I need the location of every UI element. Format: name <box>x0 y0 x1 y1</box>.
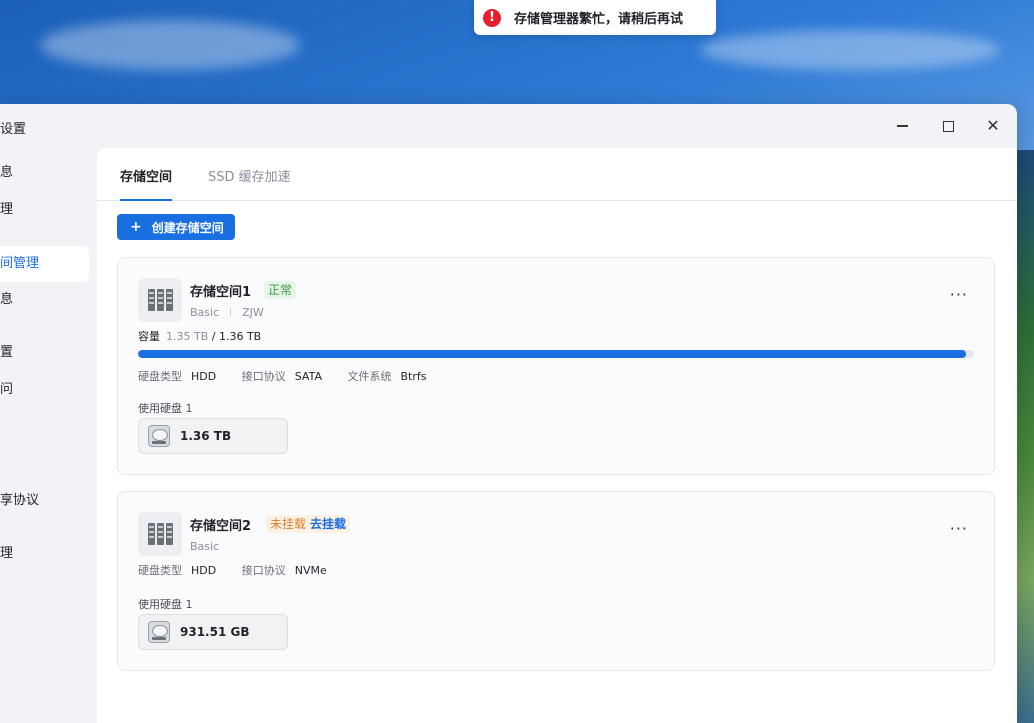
storage-pool-card: 存储空间2 未挂载 去挂载 Basic ··· 硬盘类型 HDD 接口协议 NVMe … <box>117 491 995 671</box>
interface-value: SATA <box>294 370 322 383</box>
main-panel: 存储空间 SSD 缓存加速 + 创建存储空间 存储空间1 正常 Basic ZJW… <box>97 148 1017 723</box>
filesystem-value: Btrfs <box>400 370 427 383</box>
storage-pool-card: 存储空间1 正常 Basic ZJW ··· 容量 1.35 TB / 1.36 T… <box>117 257 995 475</box>
pool-name: 存储空间2 <box>190 519 252 534</box>
sidebar-item-1[interactable]: 息 <box>0 155 89 191</box>
tab-storage-space[interactable]: 存储空间 <box>120 166 173 201</box>
capacity-text: 容量 1.35 TB / 1.36 TB <box>138 328 261 344</box>
sidebar-item-storage-manager[interactable]: 间管理 <box>0 246 89 282</box>
plus-icon: + <box>130 219 142 235</box>
create-storage-button[interactable]: + 创建存储空间 <box>117 214 235 240</box>
pool-subtitle: Basic <box>190 540 219 553</box>
sidebar-item-6[interactable]: 问 <box>0 372 89 408</box>
maximize-icon <box>942 120 954 132</box>
wallpaper-cloud <box>40 20 300 70</box>
status-badge: 正常 <box>264 281 297 299</box>
storage-pool-icon <box>138 278 182 322</box>
error-icon: ! <box>483 8 501 27</box>
wallpaper-landscape <box>1014 150 1034 723</box>
hdd-icon <box>148 425 170 447</box>
disk-type-label: 硬盘类型 <box>138 564 182 577</box>
more-options-icon[interactable]: ··· <box>950 521 968 537</box>
maximize-button[interactable] <box>935 114 961 138</box>
disk-type-value: HDD <box>191 370 217 383</box>
filesystem-label: 文件系统 <box>347 370 392 383</box>
disk-count: 使用硬盘 1 <box>138 402 193 415</box>
status-text: 未挂载 <box>270 517 307 531</box>
disk-type-value: HDD <box>191 564 217 577</box>
close-button[interactable]: ✕ <box>980 114 1006 138</box>
toast-message: 存储管理器繁忙，请稍后再试 <box>514 12 684 27</box>
disk-count: 使用硬盘 1 <box>138 598 193 611</box>
minimize-button[interactable] <box>889 114 915 138</box>
minimize-icon <box>896 125 908 127</box>
raid-type: Basic <box>190 540 220 553</box>
close-icon: ✕ <box>986 116 1000 135</box>
raid-type: Basic <box>190 306 220 319</box>
settings-window: 设置 ✕ 息 理 间管理 息 置 问 享协议 理 存储空间 SSD 缓存加速 +… <box>0 104 1017 723</box>
disk-type-label: 硬盘类型 <box>138 370 182 383</box>
title-bar: 设置 ✕ <box>0 104 1017 148</box>
capacity-progress-fill <box>138 350 966 358</box>
capacity-total: / 1.36 TB <box>211 330 262 343</box>
pool-info-row: 硬盘类型 HDD 接口协议 SATA 文件系统 Btrfs <box>138 368 448 384</box>
tab-bar: 存储空间 SSD 缓存加速 <box>97 148 1017 201</box>
pool-name: 存储空间1 <box>190 285 252 300</box>
pool-subtitle: Basic ZJW <box>190 306 264 319</box>
wallpaper-cloud <box>700 30 1000 70</box>
hdd-icon <box>148 621 170 643</box>
sidebar-item-share-protocol[interactable]: 享协议 <box>0 483 89 519</box>
pool-owner: ZJW <box>242 306 264 319</box>
pool-info-row: 硬盘类型 HDD 接口协议 NVMe <box>138 562 349 578</box>
storage-pool-icon <box>138 512 182 556</box>
disk-size: 1.36 TB <box>180 429 232 443</box>
create-storage-label: 创建存储空间 <box>151 220 224 235</box>
sidebar-item-4[interactable]: 息 <box>0 282 89 318</box>
interface-label: 接口协议 <box>241 564 286 577</box>
interface-value: NVMe <box>294 564 327 577</box>
interface-label: 接口协议 <box>241 370 286 383</box>
tab-ssd-cache[interactable]: SSD 缓存加速 <box>208 166 291 201</box>
disk-chip[interactable]: 1.36 TB <box>138 418 288 454</box>
capacity-label: 容量 <box>138 330 160 343</box>
error-toast: ! 存储管理器繁忙，请稍后再试 <box>474 0 716 35</box>
sidebar-item-8[interactable]: 理 <box>0 536 89 572</box>
mount-link[interactable]: 去挂载 <box>310 517 346 531</box>
sidebar-item-2[interactable]: 理 <box>0 192 89 228</box>
capacity-used: 1.35 TB <box>166 330 209 343</box>
disk-chip[interactable]: 931.51 GB <box>138 614 288 650</box>
window-title: 设置 <box>0 122 27 137</box>
sidebar: 息 理 间管理 息 置 问 享协议 理 <box>0 148 97 723</box>
status-badge: 未挂载 去挂载 <box>266 515 351 533</box>
sidebar-item-5[interactable]: 置 <box>0 335 89 371</box>
disk-size: 931.51 GB <box>180 625 250 639</box>
more-options-icon[interactable]: ··· <box>950 287 968 303</box>
capacity-progress-bar <box>138 350 974 358</box>
